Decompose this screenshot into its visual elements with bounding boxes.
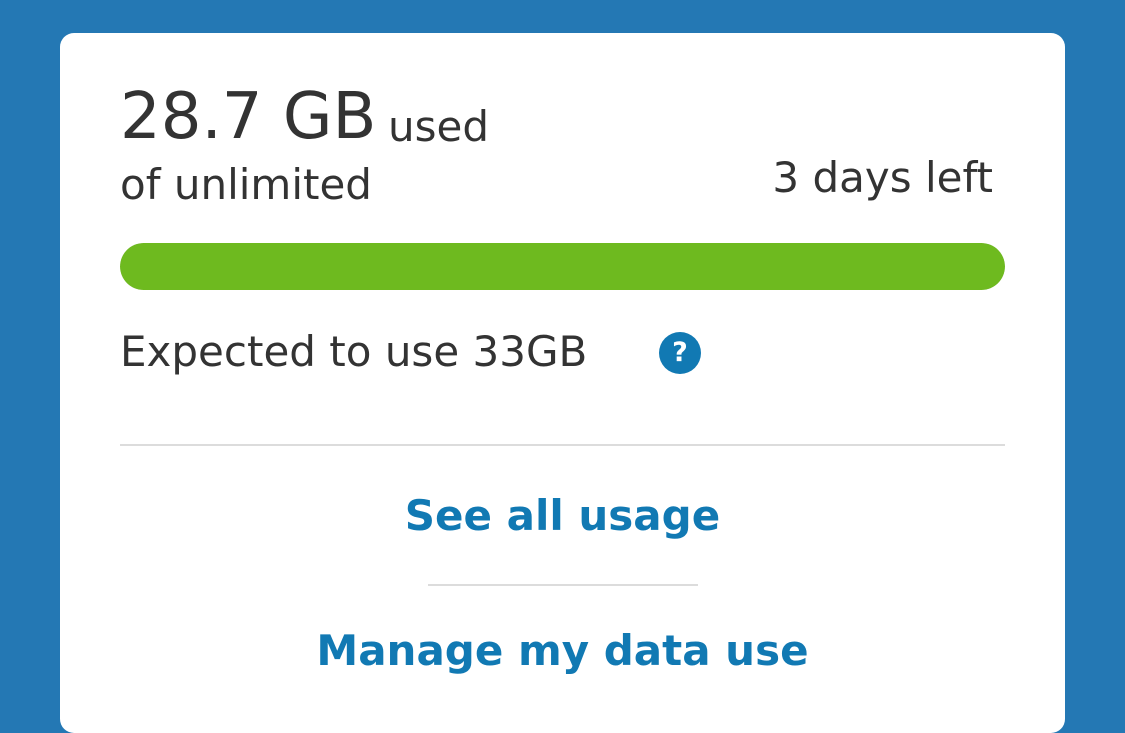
usage-amount: 28.7 GB (120, 80, 377, 154)
see-all-usage-link[interactable]: See all usage (60, 495, 1065, 537)
link-divider (428, 584, 698, 586)
manage-data-use-link[interactable]: Manage my data use (60, 630, 1065, 672)
usage-progress-fill (120, 243, 1005, 290)
data-usage-card: 28.7 GB used of unlimited 3 days left Ex… (60, 33, 1065, 733)
usage-limit-label: of unlimited (120, 160, 372, 209)
divider (120, 444, 1005, 446)
usage-used-label: used (388, 102, 490, 151)
expected-usage-text: Expected to use 33GB (120, 327, 588, 376)
days-left-label: 3 days left (772, 153, 993, 202)
usage-progress-bar (120, 243, 1005, 290)
question-circle-icon[interactable]: ? (659, 332, 701, 374)
